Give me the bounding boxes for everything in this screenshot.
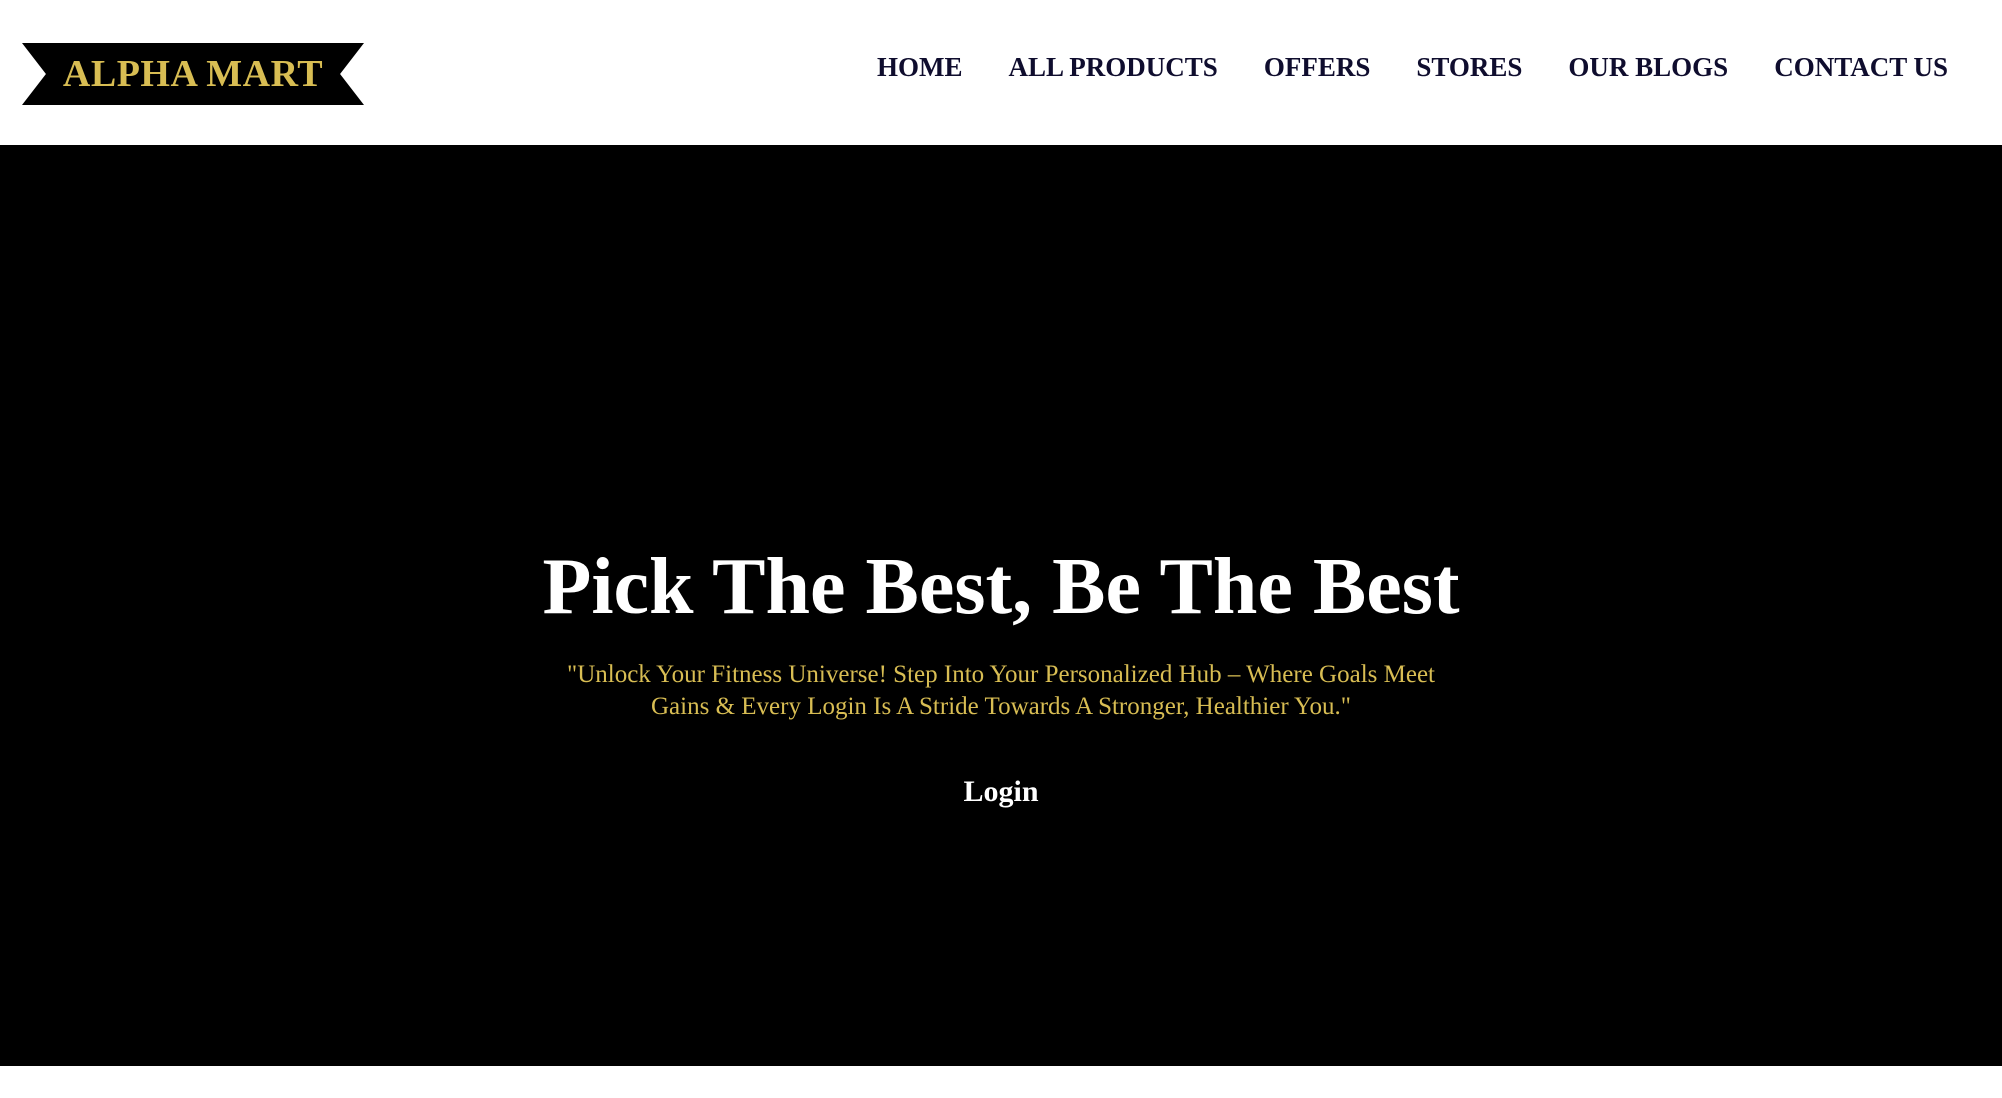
hero-subtitle: "Unlock Your Fitness Universe! Step Into… xyxy=(567,661,1435,720)
nav-contact-us[interactable]: CONTACT US xyxy=(1774,52,1948,83)
hero-content: Pick The Best, Be The Best "Unlock Your … xyxy=(0,545,2002,809)
hero-title: Pick The Best, Be The Best xyxy=(542,543,1460,631)
brand-logo[interactable]: ALPHA MART xyxy=(22,43,364,105)
nav-stores[interactable]: STORES xyxy=(1416,52,1522,83)
main-nav: HOME ALL PRODUCTS OFFERS STORES OUR BLOG… xyxy=(877,52,1948,83)
nav-offers[interactable]: OFFERS xyxy=(1264,52,1371,83)
navbar: ALPHA MART HOME ALL PRODUCTS OFFERS STOR… xyxy=(0,0,2002,145)
nav-our-blogs[interactable]: OUR BLOGS xyxy=(1568,52,1728,83)
login-button[interactable]: Login xyxy=(963,775,1038,809)
brand-name: ALPHA MART xyxy=(62,53,324,95)
nav-all-products[interactable]: ALL PRODUCTS xyxy=(1009,52,1218,83)
nav-home[interactable]: HOME xyxy=(877,52,963,83)
hero-section: Pick The Best, Be The Best "Unlock Your … xyxy=(0,145,2002,1066)
